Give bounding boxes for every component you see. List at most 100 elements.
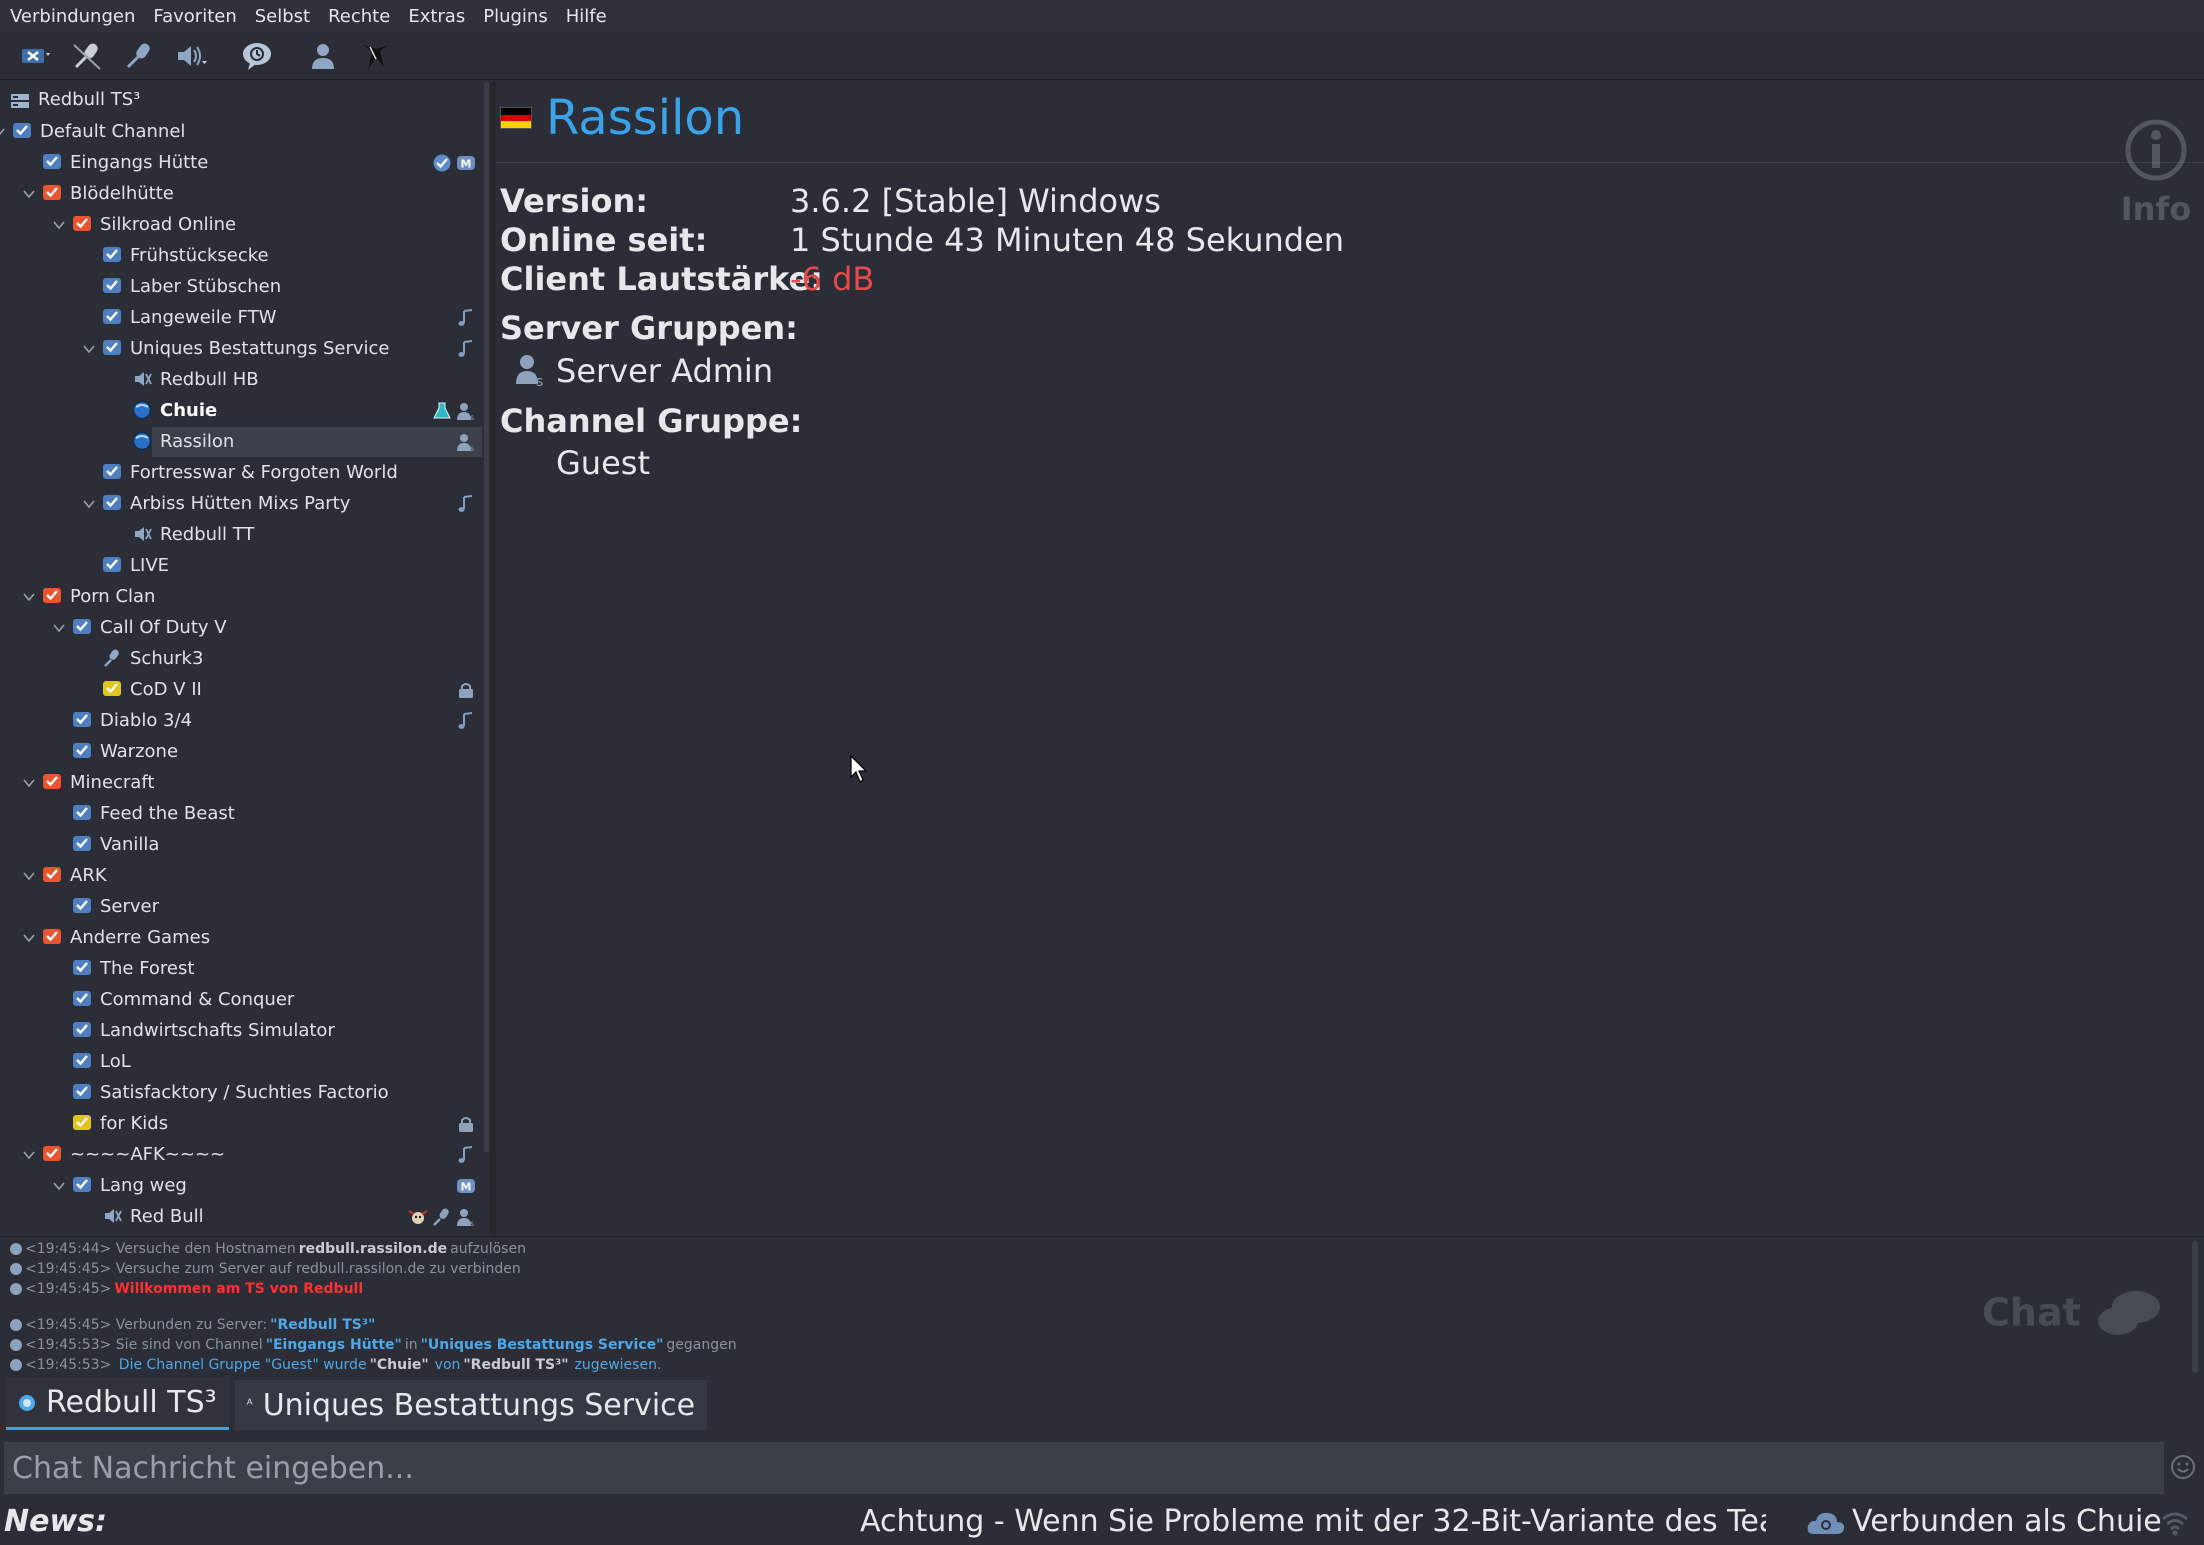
channel-item[interactable]: LoL [0,1047,482,1077]
info-bullet-icon [10,1283,22,1295]
menu-hilfe[interactable]: Hilfe [558,6,615,27]
channel-name: LoL [100,1051,131,1072]
server-admin-icon: s [456,401,476,421]
expand-chevron-icon[interactable] [20,588,38,606]
channel-item[interactable]: Langeweile FTW [0,303,482,333]
microphone-button[interactable] [116,36,162,76]
moderator-icon: M [456,153,476,173]
contacts-icon [312,43,334,69]
emoji-icon[interactable] [2170,1454,2196,1480]
channel-item[interactable]: Frühstücksecke [0,241,482,271]
channel-item[interactable]: Landwirtschafts Simulator [0,1016,482,1046]
away-button[interactable] [234,36,280,76]
expand-chevron-icon[interactable] [20,185,38,203]
channel-icon [102,462,122,482]
svg-text:s: s [536,374,543,388]
cow-icon [408,1207,428,1227]
channel-item[interactable]: Command & Conquer [0,985,482,1015]
channel-item[interactable]: Vanilla [0,830,482,860]
channel-item[interactable]: The Forest [0,954,482,984]
expand-chevron-icon[interactable] [20,774,38,792]
channel-item[interactable]: Default Channel [0,117,482,147]
news-ticker[interactable]: Achtung - Wenn Sie Probleme mit der 32-B… [860,1504,1766,1539]
tab-server-chat[interactable]: Redbull TS³ [6,1377,229,1430]
channel-name: Silkroad Online [100,214,237,235]
channel-icon [102,338,122,358]
log-scrollbar[interactable] [2192,1241,2198,1373]
channel-icon [72,1051,92,1071]
channel-item[interactable]: Laber Stübschen [0,272,482,302]
channel-item[interactable]: for Kids [0,1109,482,1139]
chat-plugin-button[interactable] [352,36,398,76]
channel-item[interactable]: Call Of Duty V [0,613,482,643]
channel-icon [72,1020,92,1040]
client-status-icon [132,400,152,420]
channel-item[interactable]: Eingangs Hütte M [0,148,482,178]
row-status-icons [456,711,476,731]
channel-item[interactable]: Fortresswar & Forgoten World [0,458,482,488]
client-item[interactable]: Redbull TT [0,520,482,550]
menu-favoriten[interactable]: Favoriten [145,6,244,27]
expand-chevron-icon[interactable] [0,123,8,141]
channel-name: Porn Clan [70,586,156,607]
tree-scrollbar[interactable] [484,82,489,1152]
expand-chevron-icon[interactable] [50,216,68,234]
channel-item[interactable]: Blödelhütte [0,179,482,209]
menu-plugins[interactable]: Plugins [475,6,555,27]
channel-item[interactable]: CoD V II [0,675,482,705]
full-channel-icon [42,586,62,606]
client-item[interactable]: Chuie s [0,396,482,426]
menu-selbst[interactable]: Selbst [247,6,318,27]
channel-name: Frühstücksecke [130,245,269,266]
expand-chevron-icon[interactable] [20,867,38,885]
chat-input[interactable] [4,1442,2164,1494]
channel-item[interactable]: Diablo 3/4 [0,706,482,736]
expand-chevron-icon[interactable] [50,1177,68,1195]
channel-item[interactable]: Anderre Games [0,923,482,953]
menu-extras[interactable]: Extras [400,6,473,27]
channel-item[interactable]: Server [0,892,482,922]
channel-item[interactable]: LIVE [0,551,482,581]
row-status-icons: M [432,153,476,173]
svg-text:s: s [470,1219,474,1227]
contacts-button[interactable] [300,36,346,76]
client-info-panel: Rassilon Info Version: 3.6.2 [Stable] Wi… [496,82,2204,1234]
channel-item[interactable]: Porn Clan [0,582,482,612]
tab-channel-chat[interactable]: ᴬ Uniques Bestattungs Service [234,1380,708,1430]
online-since-value: 1 Stunde 43 Minuten 48 Sekunden [790,221,1345,259]
row-status-icons [456,1114,476,1134]
news-label: News: [4,1504,108,1539]
channel-item[interactable]: Warzone [0,737,482,767]
channel-item[interactable]: Feed the Beast [0,799,482,829]
channel-icon [72,989,92,1009]
client-name: Redbull TT [160,524,255,545]
channel-item[interactable]: Silkroad Online [0,210,482,240]
expand-chevron-icon[interactable] [50,619,68,637]
channel-icon [72,834,92,854]
svg-text:s: s [470,413,474,421]
expand-chevron-icon[interactable] [20,1146,38,1164]
channel-item[interactable]: ~~~~AFK~~~~ [0,1140,482,1170]
channel-item[interactable]: Satisfacktory / Suchties Factorio [0,1078,482,1108]
speaker-button[interactable] [168,36,214,76]
channel-item[interactable]: Minecraft [0,768,482,798]
row-status-icons: s [456,432,476,452]
expand-chevron-icon[interactable] [80,340,98,358]
expand-chevron-icon[interactable] [20,929,38,947]
menu-verbindungen[interactable]: Verbindungen [2,6,143,27]
microphone-icon [102,648,122,668]
channel-item[interactable]: Arbiss Hütten Mixs Party [0,489,482,519]
expand-chevron-icon[interactable] [80,495,98,513]
client-item[interactable]: Redbull HB [0,365,482,395]
server-root[interactable]: Redbull TS³ [0,86,482,116]
client-item[interactable]: Red Bull s [0,1202,482,1232]
mute-microphone-button[interactable] [64,36,110,76]
channel-item[interactable]: ARK [0,861,482,891]
menu-rechte[interactable]: Rechte [320,6,398,27]
channel-item[interactable]: Uniques Bestattungs Service [0,334,482,364]
client-item[interactable]: Rassilon s [132,427,482,457]
info-bullet-icon [10,1263,22,1275]
channel-item[interactable]: Lang weg M [0,1171,482,1201]
disconnect-button[interactable] [12,36,58,76]
client-item[interactable]: Schurk3 [0,644,482,674]
